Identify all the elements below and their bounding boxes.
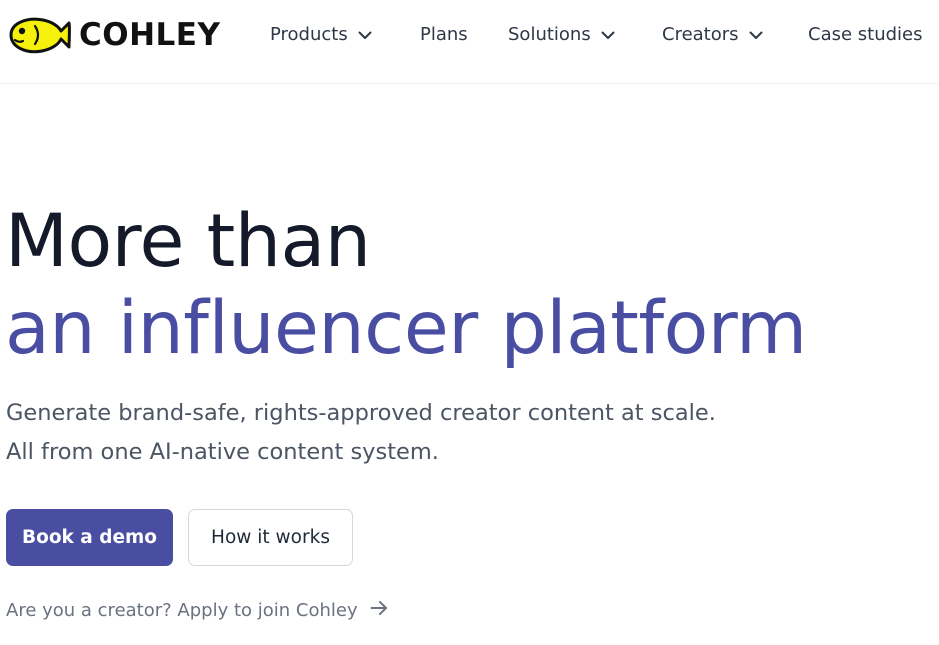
fish-icon [5,14,71,56]
nav-solutions[interactable]: Solutions [508,24,615,45]
nav-plans-label: Plans [420,24,468,45]
brand-name: COHLEY [79,16,221,53]
site-header: COHLEY Products Plans Solutions Creators… [0,0,939,84]
nav-solutions-label: Solutions [508,24,591,45]
nav-creators-label: Creators [662,24,739,45]
nav-creators[interactable]: Creators [662,24,763,45]
chevron-down-icon [601,24,615,45]
creator-apply-link[interactable]: Are you a creator? Apply to join Cohley [6,600,388,621]
hero-title-line1: More than [5,199,371,284]
hero-subtitle-line2: All from one AI-native content system. [6,439,439,465]
chevron-down-icon [358,24,372,45]
nav-products-label: Products [270,24,348,45]
brand-logo[interactable]: COHLEY [5,14,220,56]
chevron-down-icon [749,24,763,45]
nav-plans[interactable]: Plans [420,24,468,45]
hero-subtitle-line1: Generate brand-safe, rights-approved cre… [6,400,716,426]
nav-products[interactable]: Products [270,24,372,45]
hero-title-line2: an influencer platform [5,286,807,371]
book-demo-button[interactable]: Book a demo [6,509,173,566]
arrow-right-icon [370,600,388,621]
how-it-works-button[interactable]: How it works [188,509,353,566]
nav-case-studies-label: Case studies [808,24,923,45]
nav-case-studies[interactable]: Case studies [808,24,923,45]
creator-apply-label: Are you a creator? Apply to join Cohley [6,600,358,621]
